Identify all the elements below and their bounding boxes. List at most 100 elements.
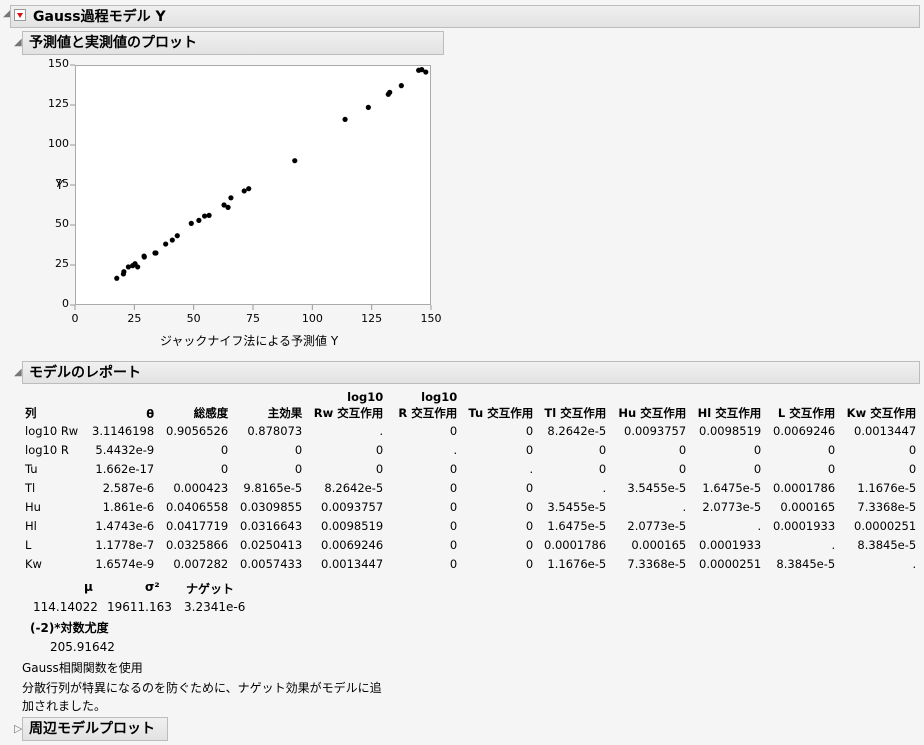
data-point[interactable] [135,264,141,270]
table-cell: 0.0000251 [699,556,762,571]
data-point[interactable] [246,186,252,192]
table-cell: 1.1778e-7 [95,537,155,552]
table-cell: 0.0417719 [166,518,229,533]
table-cell: 0.878073 [247,423,303,438]
table-cell: 8.3845e-5 [857,537,917,552]
table-cell: 1.1676e-5 [857,480,917,495]
table-cell: 0 [525,480,534,495]
table-cell: 0 [525,556,534,571]
data-point[interactable] [292,158,298,164]
data-point[interactable] [225,204,231,210]
column-header-top [458,387,534,404]
row-label: Hl [25,518,37,533]
collapse-triangle-icon[interactable]: ◢ [14,37,22,48]
collapse-triangle-icon[interactable]: ◢ [14,367,22,378]
column-header-top: log10 [421,390,458,404]
row-label: Tl [25,480,36,495]
table-cell: 3.1146198 [92,423,155,438]
data-point[interactable] [196,217,202,223]
data-point[interactable] [201,213,208,219]
data-point[interactable] [169,237,175,243]
column-header-top [92,387,155,404]
data-point[interactable] [206,212,212,218]
loglik-label: (-2)*対数尤度 [30,621,109,635]
data-point[interactable] [121,269,127,275]
data-point[interactable] [163,241,169,247]
data-point[interactable] [342,116,348,122]
row-label: L [25,537,32,552]
table-row: log10 R 5.4432e-9 0 0 0. 0 0 0 0 0 0 [22,440,917,459]
table-cell: 2.587e-6 [102,480,155,495]
table-cell: 1.662e-17 [95,461,155,476]
table-cell: 0 [827,461,836,476]
y-tick-label: 50 [55,217,69,230]
table-row: Tl 2.587e-6 0.000423 9.8165e-5 8.2642e-5 0 0. 3… [22,478,917,497]
x-tick-label: 125 [361,312,383,325]
table-cell: 0.0309855 [240,499,303,514]
table-row: log10 Rw 3.1146198 0.9056526 0.878073. 0 0 8.2… [22,421,917,440]
red-triangle-menu-icon[interactable] [14,9,26,21]
table-cell: 0.0069246 [321,537,384,552]
data-point[interactable] [174,233,180,239]
table-cell: 0.0098519 [321,518,384,533]
x-axis-label: ジャックナイフ法による予測値 Y [160,334,339,348]
table-cell: . [453,442,458,457]
nugget-header: ナゲット [186,582,235,596]
sigma2-header: σ² [145,580,160,594]
table-cell: . [831,537,836,552]
table-cell: 8.2642e-5 [547,423,607,438]
note-line: 分散行列が特異になるのを防ぐために、ナゲット効果がモデルに追 [22,681,382,695]
table-cell: 0.000423 [173,480,229,495]
model-report-header[interactable]: モデルのレポート [22,361,920,384]
row-label: log10 Rw [25,423,79,438]
data-point[interactable] [114,275,120,281]
table-cell: 0.0406558 [166,499,229,514]
data-point[interactable] [387,89,393,95]
data-point[interactable] [141,254,147,260]
column-header-top [155,387,229,404]
table-cell: 0 [753,442,762,457]
table-cell: 0 [449,461,458,476]
x-tick-label: 0 [71,312,79,325]
table-cell: 0.007282 [173,556,229,571]
table-cell: 0 [908,442,917,457]
table-cell: 0.0001933 [699,537,762,552]
table-cell: 0.0000251 [854,518,917,533]
plot-section-header[interactable]: 予測値と実測値のプロット [22,31,444,55]
data-point[interactable] [398,83,404,89]
data-point[interactable] [153,250,159,256]
data-point[interactable] [241,188,247,194]
table-cell: 0.000165 [631,537,687,552]
column-header: 主効果 [267,406,303,420]
x-tick-label: 50 [186,312,201,325]
y-tick-label: 0 [62,297,69,310]
x-tick-label: 100 [301,312,323,325]
column-header-top: log10 [347,390,384,404]
gauss-model-header[interactable]: Gauss過程モデル Y [10,5,920,28]
table-cell: 0 [449,556,458,571]
data-point[interactable] [188,220,194,226]
x-tick-label: 150 [420,312,442,325]
row-label: Kw [25,556,42,571]
table-cell: 0 [678,461,687,476]
table-cell: 0 [908,461,917,476]
table-cell: 3.5455e-5 [547,499,607,514]
scatter-plot [70,64,432,310]
table-row: L 1.1778e-7 0.0325866 0.0250413 0.0069246 0 0 0… [22,535,917,554]
data-point[interactable] [228,195,234,201]
table-cell: 1.6574e-9 [95,556,155,571]
table-cell: 0 [678,442,687,457]
x-tick-label: 75 [246,312,260,325]
column-header: Tl 交互作用 [544,406,607,420]
marginal-plot-title: 周辺モデルプロット [29,721,155,737]
table-cell: 0.0098519 [699,423,762,438]
data-point[interactable] [423,69,429,75]
marginal-plot-header[interactable]: 周辺モデルプロット [22,717,168,741]
table-cell: 0.0013447 [854,423,917,438]
plot-section-title: 予測値と実測値のプロット [29,35,197,51]
data-point[interactable] [365,104,371,110]
table-cell: 1.6475e-5 [547,518,607,533]
table-row: Hl 1.4743e-6 0.0417719 0.0316643 0.0098519 0 0… [22,516,917,535]
table-cell: . [912,556,917,571]
table-cell: 5.4432e-9 [95,442,155,457]
